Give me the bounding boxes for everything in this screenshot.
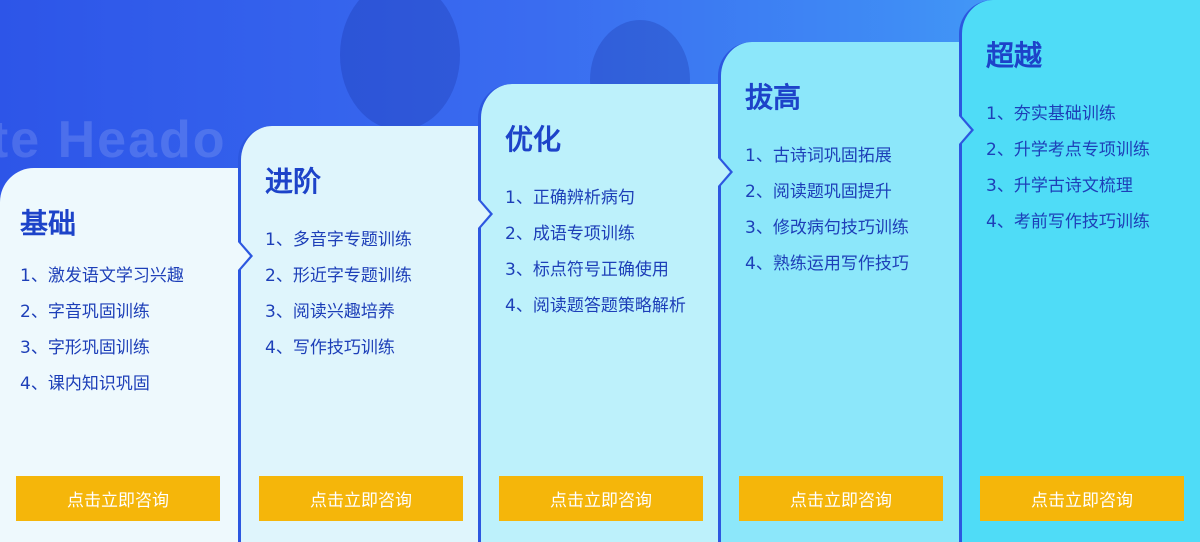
- list-item: 2、字音巩固训练: [20, 302, 150, 322]
- stage-title: 优化: [505, 123, 562, 156]
- stage-card-elevate: 拔高 1、古诗词巩固拓展 2、阅读题巩固提升 3、修改病句技巧训练 4、熟练运用…: [718, 42, 963, 542]
- stage-card-optimize: 优化 1、正确辨析病句 2、成语专项训练 3、标点符号正确使用 4、阅读题答题策…: [478, 84, 723, 542]
- stage-item-list: 1、夯实基础训练 2、升学考点专项训练 3、升学古诗文梳理 4、考前写作技巧训练: [986, 96, 1150, 240]
- list-item: 4、写作技巧训练: [265, 338, 395, 358]
- stage-item-list: 1、多音字专题训练 2、形近字专题训练 3、阅读兴趣培养 4、写作技巧训练: [265, 222, 412, 366]
- list-item: 3、修改病句技巧训练: [745, 218, 909, 238]
- list-item: 1、古诗词巩固拓展: [745, 146, 892, 166]
- list-item: 1、多音字专题训练: [265, 230, 412, 250]
- consult-button[interactable]: 点击立即咨询: [16, 476, 220, 521]
- consult-button[interactable]: 点击立即咨询: [739, 476, 943, 521]
- list-item: 3、标点符号正确使用: [505, 260, 669, 280]
- stage-title: 基础: [20, 207, 77, 240]
- list-item: 2、成语专项训练: [505, 224, 635, 244]
- list-item: 4、课内知识巩固: [20, 374, 150, 394]
- stage-card-surpass: 超越 1、夯实基础训练 2、升学考点专项训练 3、升学古诗文梳理 4、考前写作技…: [959, 0, 1200, 542]
- list-item: 2、阅读题巩固提升: [745, 182, 892, 202]
- background-photo-figure-left: [340, 0, 460, 130]
- consult-button[interactable]: 点击立即咨询: [980, 476, 1184, 521]
- list-item: 3、阅读兴趣培养: [265, 302, 395, 322]
- list-item: 1、正确辨析病句: [505, 188, 635, 208]
- consult-button[interactable]: 点击立即咨询: [259, 476, 463, 521]
- list-item: 3、升学古诗文梳理: [986, 176, 1133, 196]
- stage-item-list: 1、古诗词巩固拓展 2、阅读题巩固提升 3、修改病句技巧训练 4、熟练运用写作技…: [745, 138, 909, 282]
- arrow-notch-fill: [959, 116, 971, 144]
- list-item: 4、考前写作技巧训练: [986, 212, 1150, 232]
- arrow-notch-fill: [718, 158, 730, 186]
- stage-title: 进阶: [265, 165, 322, 198]
- list-item: 4、熟练运用写作技巧: [745, 254, 909, 274]
- stage-item-list: 1、正确辨析病句 2、成语专项训练 3、标点符号正确使用 4、阅读题答题策略解析: [505, 180, 686, 324]
- consult-button[interactable]: 点击立即咨询: [499, 476, 703, 521]
- list-item: 4、阅读题答题策略解析: [505, 296, 686, 316]
- stage-card-basic: 基础 1、激发语文学习兴趣 2、字音巩固训练 3、字形巩固训练 4、课内知识巩固…: [0, 168, 243, 542]
- arrow-notch-fill: [238, 242, 250, 270]
- stage-item-list: 1、激发语文学习兴趣 2、字音巩固训练 3、字形巩固训练 4、课内知识巩固: [20, 258, 184, 402]
- list-item: 2、升学考点专项训练: [986, 140, 1150, 160]
- stage-card-advanced: 进阶 1、多音字专题训练 2、形近字专题训练 3、阅读兴趣培养 4、写作技巧训练…: [238, 126, 483, 542]
- list-item: 3、字形巩固训练: [20, 338, 150, 358]
- stage-title: 超越: [986, 39, 1043, 72]
- background-watermark-text: ate Heado: [0, 111, 227, 169]
- list-item: 1、夯实基础训练: [986, 104, 1116, 124]
- list-item: 1、激发语文学习兴趣: [20, 266, 184, 286]
- arrow-notch-fill: [478, 200, 490, 228]
- stage-title: 拔高: [745, 81, 802, 114]
- list-item: 2、形近字专题训练: [265, 266, 412, 286]
